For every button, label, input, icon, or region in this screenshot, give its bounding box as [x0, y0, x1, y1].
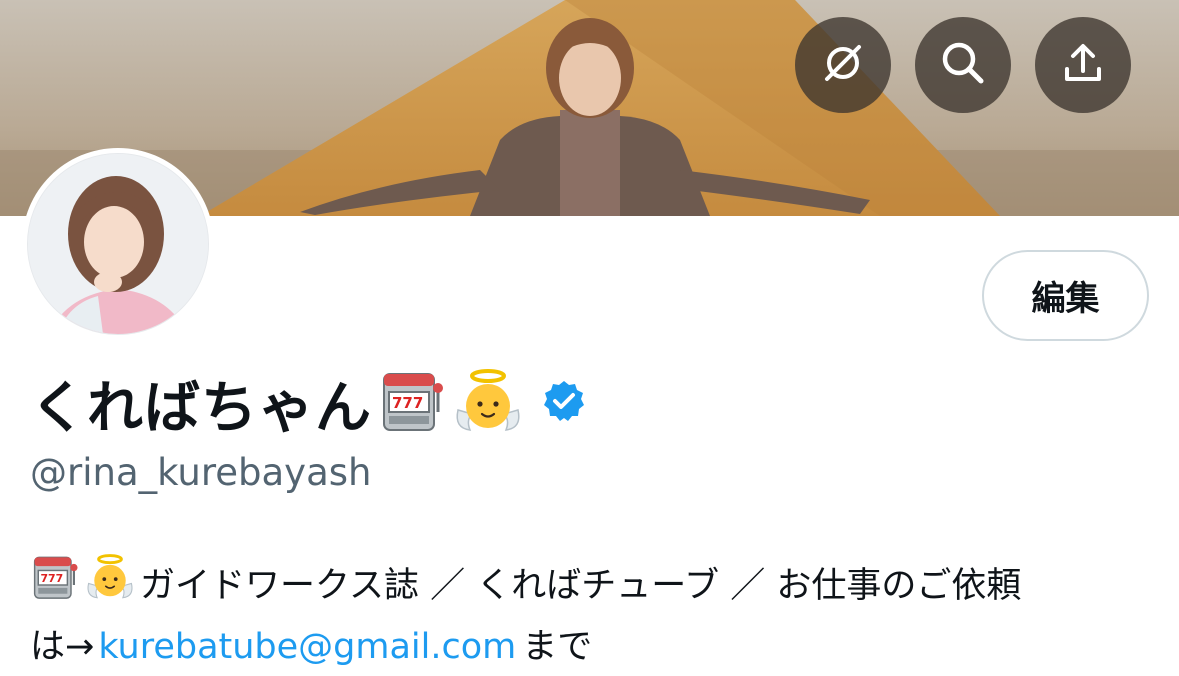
avatar[interactable] — [27, 153, 209, 335]
bio-line-2: は→ kurebatube@gmail.com まで — [30, 619, 1150, 675]
name-row: くればちゃん 777 — [30, 363, 586, 443]
verified-badge-icon — [542, 379, 586, 427]
display-name: くればちゃん — [30, 375, 372, 441]
edit-profile-button[interactable]: 編集 — [982, 250, 1149, 341]
baby-angel-icon — [84, 552, 136, 619]
share-button[interactable] — [1035, 17, 1131, 113]
bio-line-1: 777 ガイドワークス誌 ／ くればチューブ ／ お仕事のご依頼 — [30, 552, 1150, 619]
bio-prefix: は→ — [30, 627, 95, 667]
user-handle: @rina_kurebayash — [30, 451, 372, 494]
slot-machine-icon: 777 — [30, 553, 80, 618]
svg-text:777: 777 — [40, 572, 63, 585]
slot-machine-icon: 777 — [378, 368, 446, 438]
svg-text:777: 777 — [392, 394, 423, 412]
email-link[interactable]: kurebatube@gmail.com — [98, 619, 516, 675]
sync-button[interactable] — [795, 17, 891, 113]
search-icon — [940, 40, 986, 90]
sync-off-icon — [821, 41, 865, 89]
baby-angel-icon — [452, 366, 524, 440]
share-icon — [1061, 41, 1105, 89]
bio: 777 ガイドワークス誌 ／ くればチューブ ／ お仕事のご依頼 は→ kure… — [30, 552, 1150, 675]
bio-suffix: まで — [522, 627, 593, 667]
avatar-photo — [28, 154, 208, 334]
search-button[interactable] — [915, 17, 1011, 113]
bio-text: ガイドワークス誌 ／ くればチューブ ／ お仕事のご依頼 — [140, 565, 1022, 606]
avatar-ring — [22, 148, 214, 340]
